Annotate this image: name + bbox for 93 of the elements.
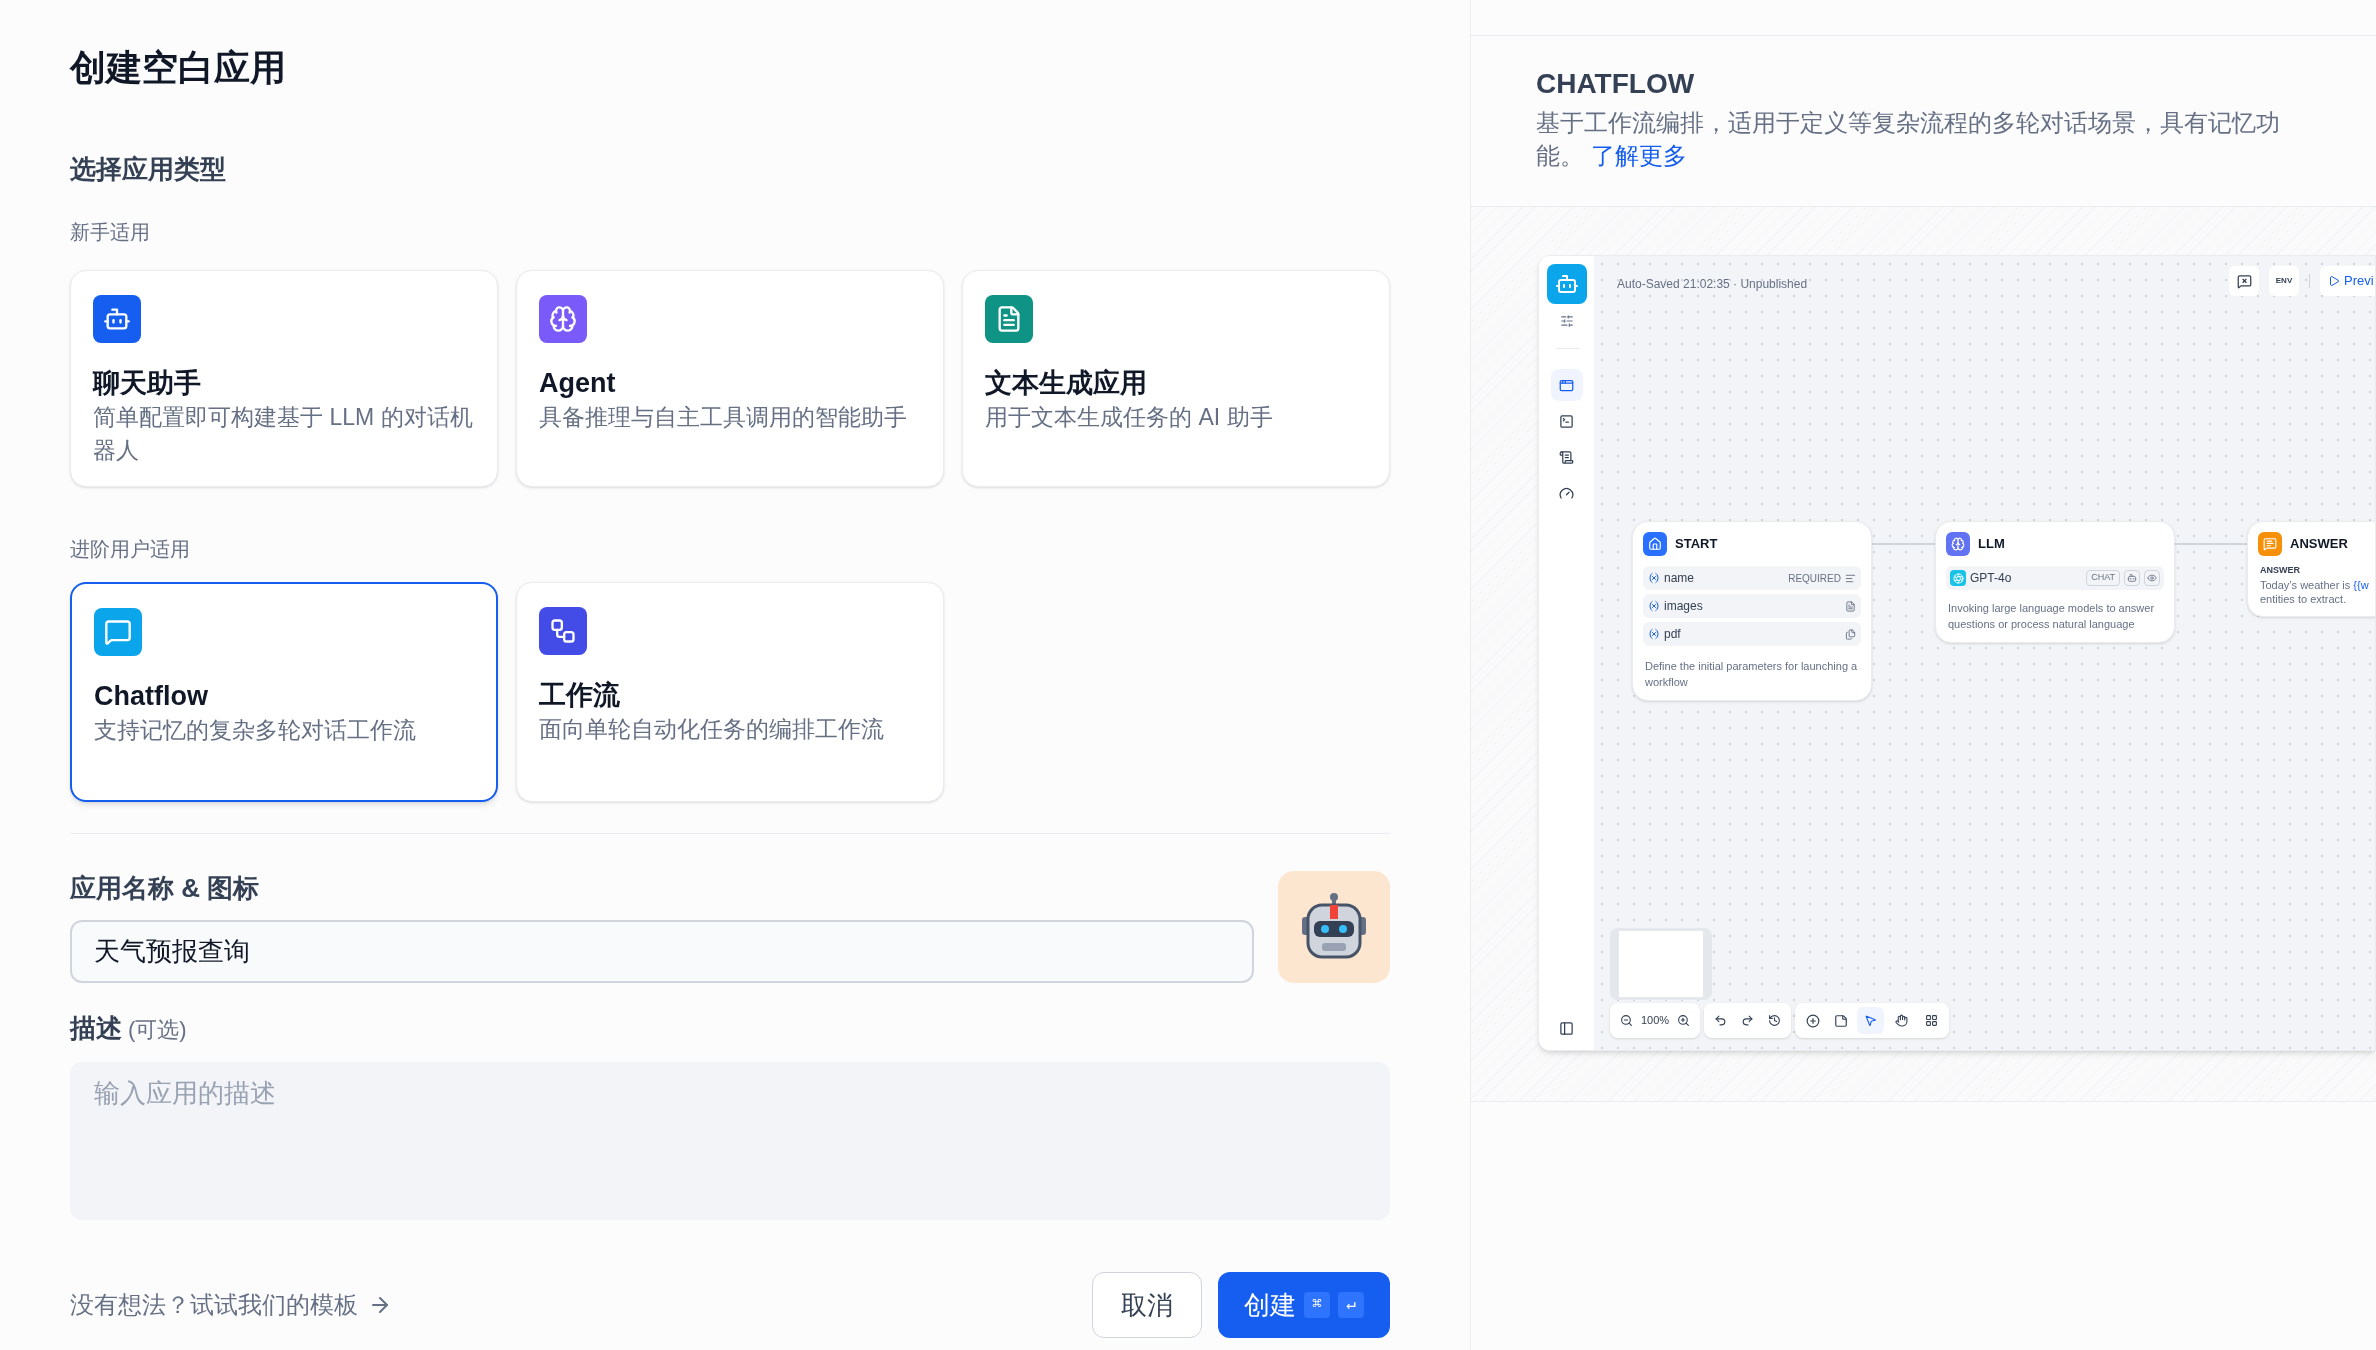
app-type-card[interactable]: 工作流 面向单轮自动化任务的编排工作流 xyxy=(516,582,944,802)
app-name-field[interactable]: 天气预报查询 xyxy=(70,920,1254,983)
variable-icon xyxy=(1648,628,1660,640)
section-heading: 选择应用类型 xyxy=(70,153,227,186)
add-node-icon[interactable] xyxy=(1806,1013,1821,1028)
app-type-card[interactable]: Chatflow 支持记忆的复杂多轮对话工作流 xyxy=(70,582,498,802)
field-label: 描述 xyxy=(70,1012,122,1045)
app-type-card[interactable]: 文本生成应用 用于文本生成任务的 AI 助手 xyxy=(962,270,1390,487)
undo-icon[interactable] xyxy=(1714,1014,1728,1027)
history-icon[interactable] xyxy=(1768,1014,1782,1027)
paragraph-icon xyxy=(1845,600,1856,612)
env-button[interactable]: ENV xyxy=(2269,266,2299,296)
node-description: Invoking large language models to answer questions or process natural language xyxy=(1947,601,2156,632)
shortcut-key: ↵ xyxy=(1338,1292,1364,1318)
note-icon[interactable] xyxy=(1834,1013,1849,1028)
mode-badge: CHAT xyxy=(2086,570,2120,586)
message-icon xyxy=(2258,532,2282,556)
sliders-icon[interactable] xyxy=(1559,314,1574,328)
brain-icon xyxy=(539,295,587,343)
app-window-icon xyxy=(1559,377,1574,393)
card-title: Chatflow xyxy=(94,680,209,713)
card-description: 具备推理与自主工具调用的智能助手 xyxy=(539,403,908,432)
answer-text: Today’s weather is {{w entities to extract. xyxy=(2260,577,2370,606)
model-row[interactable]: GPT-4o CHAT xyxy=(1946,566,2164,590)
log-icon xyxy=(1559,449,1574,465)
card-title: 文本生成应用 xyxy=(985,367,1148,400)
model-logo-icon xyxy=(1950,570,1966,586)
save-status: Auto-Saved 21:02:35 · Unpublished xyxy=(1617,276,1808,293)
chat-bubble-icon xyxy=(94,608,142,656)
document-icon xyxy=(985,295,1033,343)
files-icon xyxy=(1845,628,1856,640)
grid-icon[interactable] xyxy=(1924,1014,1938,1027)
group-label: 新手适用 xyxy=(70,220,151,245)
node-title: START xyxy=(1675,535,1718,554)
redo-icon[interactable] xyxy=(1741,1014,1755,1027)
field-label: 应用名称 & 图标 xyxy=(70,872,261,905)
node-title: LLM xyxy=(1978,535,2005,554)
canvas-tool[interactable] xyxy=(1857,1007,1885,1034)
field-label: ANSWER xyxy=(2260,564,2301,577)
optional-hint: (可选) xyxy=(128,1016,187,1044)
preview-title: CHATFLOW xyxy=(1536,67,1696,101)
start-node[interactable]: START name REQUIRED images pdf Define the initial parameters for launching a workflow xyxy=(1632,521,1872,701)
play-icon xyxy=(2328,275,2340,287)
card-description: 面向单轮自动化任务的编排工作流 xyxy=(539,715,885,744)
node-description: Define the initial parameters for launching a workflow xyxy=(1644,659,1859,690)
variable-icon xyxy=(1648,600,1660,612)
house-icon xyxy=(1643,532,1667,556)
brain-icon xyxy=(1946,532,1970,556)
card-title: Agent xyxy=(539,367,617,400)
create-button[interactable]: 创建 ⌘ ↵ xyxy=(1218,1272,1390,1338)
variable-name: pdf xyxy=(1664,626,1681,643)
robot-icon xyxy=(2124,570,2140,586)
answer-node[interactable]: ANSWER ANSWER Today’s weather is {{w entities to extract. xyxy=(2247,521,2375,617)
node-title: ANSWER xyxy=(2290,535,2348,554)
hand-icon xyxy=(1895,1014,1909,1027)
preview-description: 基于工作流编排，适用于定义等复杂流程的多轮对话场景，具有记忆功能。 了解更多 xyxy=(1536,108,2281,171)
zoom-out-icon[interactable] xyxy=(1620,1014,1633,1027)
zoom-level[interactable]: 100% xyxy=(1641,1012,1670,1029)
app-type-card[interactable]: 聊天助手 简单配置即可构建基于 LLM 的对话机器人 xyxy=(70,270,498,487)
variable-icon xyxy=(1648,572,1660,584)
variable-name: images xyxy=(1664,598,1703,615)
card-description: 用于文本生成任务的 AI 助手 xyxy=(985,403,1274,432)
eye-icon xyxy=(2144,570,2160,586)
app-type-card[interactable]: Agent 具备推理与自主工具调用的智能助手 xyxy=(516,270,944,487)
app-icon-button[interactable] xyxy=(1278,871,1390,983)
chat-variable-button[interactable] xyxy=(2229,266,2259,296)
variable-name: name xyxy=(1664,570,1695,587)
description-field[interactable]: 输入应用的描述 xyxy=(70,1062,1390,1220)
card-title: 聊天助手 xyxy=(93,367,202,400)
robot-icon[interactable] xyxy=(1546,264,1587,304)
robot-icon xyxy=(93,295,141,343)
template-link[interactable]: 没有想法？试试我们的模板 xyxy=(70,1287,392,1323)
chat-x-icon xyxy=(2236,273,2252,289)
terminal-icon xyxy=(1559,413,1574,429)
required-tag: REQUIRED xyxy=(1788,570,1841,586)
sidebar-item[interactable] xyxy=(1550,369,1583,401)
text-lines-icon xyxy=(1845,572,1856,584)
dialog-title: 创建空白应用 xyxy=(70,46,287,90)
learn-more-link[interactable]: 了解更多 xyxy=(1590,142,1687,169)
cancel-button[interactable]: 取消 xyxy=(1092,1272,1202,1338)
shortcut-key: ⌘ xyxy=(1304,1292,1330,1318)
model-name: GPT-4o xyxy=(1970,570,2012,587)
card-title: 工作流 xyxy=(539,679,621,712)
card-description: 支持记忆的复杂多轮对话工作流 xyxy=(94,716,417,745)
zoom-in-icon[interactable] xyxy=(1677,1014,1691,1027)
card-description: 简单配置即可构建基于 LLM 的对话机器人 xyxy=(93,403,474,465)
pointer-icon xyxy=(1864,1014,1878,1027)
llm-node[interactable]: LLM GPT-4o CHAT Invoking large language models to answer questions or process natural language xyxy=(1935,521,2175,643)
gauge-icon xyxy=(1559,485,1574,501)
preview-button[interactable]: Previ xyxy=(2320,266,2375,296)
group-label: 进阶用户适用 xyxy=(70,537,191,562)
panel-icon[interactable] xyxy=(1559,1021,1574,1036)
workflow-icon xyxy=(539,607,587,655)
